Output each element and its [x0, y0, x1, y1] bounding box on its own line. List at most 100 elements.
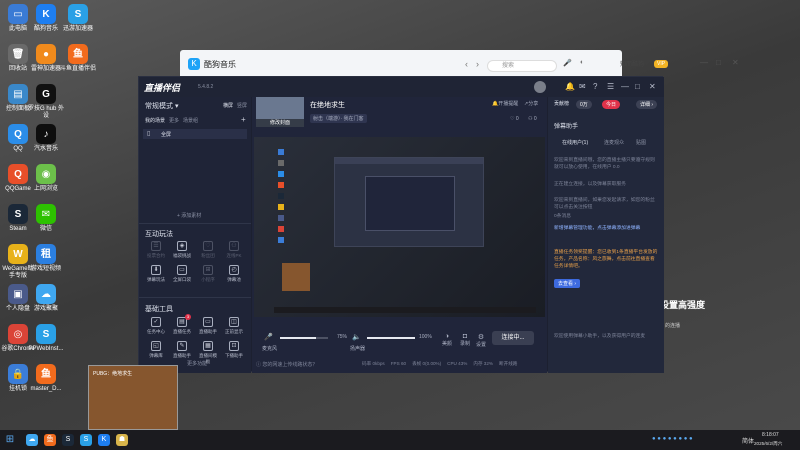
- music-maximize-button[interactable]: □: [716, 58, 721, 67]
- desktop-icon[interactable]: ♪ 汽水音乐: [28, 124, 64, 153]
- taskbar-app-icon[interactable]: K: [98, 434, 110, 446]
- music-close-button[interactable]: ✕: [732, 58, 739, 67]
- divider: [139, 297, 251, 298]
- input-method[interactable]: 简体: [742, 436, 754, 445]
- barrage-message: 直播任务领奖提醒：您已收到1条直播平台发放的任务，产品名称：风之旅舞，点击前往直…: [554, 250, 658, 269]
- tool-button[interactable]: ⬇ 弹幕玩法: [145, 265, 167, 283]
- mic-icon[interactable]: 🎤: [563, 59, 572, 67]
- desktop-icon[interactable]: K 酷狗音乐: [28, 4, 64, 33]
- tool-button[interactable]: ⊞ 小程序: [197, 265, 219, 283]
- menu-icon[interactable]: ☰: [607, 82, 614, 91]
- tool-button[interactable]: ◫ 正前显示: [223, 317, 245, 335]
- help-icon[interactable]: ?: [593, 82, 597, 91]
- desktop-app-icon: ◎: [8, 324, 28, 344]
- hot-stat: ⚇ 0: [528, 116, 537, 122]
- desktop-icon[interactable]: S PPWebInst...: [28, 324, 64, 353]
- tool-button[interactable]: ✎ 直播助手: [171, 341, 193, 359]
- start-notice[interactable]: 🔔开播提醒: [492, 100, 518, 107]
- speaker-volume-slider[interactable]: [367, 337, 415, 339]
- tab-more[interactable]: 更多: [169, 117, 179, 124]
- gear-icon: ⚙: [477, 334, 485, 341]
- avatar[interactable]: [534, 81, 546, 93]
- add-scene-button[interactable]: +: [241, 115, 246, 124]
- more-functions-link[interactable]: 更多功能: [187, 360, 207, 367]
- music-minimize-button[interactable]: —: [700, 58, 708, 67]
- tool-button[interactable]: ☰ 投票合约: [145, 241, 167, 259]
- back-icon[interactable]: ‹: [465, 59, 468, 69]
- taskbar-app-icon[interactable]: ☗: [116, 434, 128, 446]
- desktop-icon[interactable]: 鱼 master_D...: [28, 364, 64, 393]
- windows-start-icon[interactable]: ⊞: [4, 434, 16, 446]
- tab-online-users[interactable]: 在线用户(1): [562, 139, 588, 146]
- tab-scene-group[interactable]: 场景组: [183, 117, 198, 124]
- taskbar-app-icon[interactable]: S: [62, 434, 74, 446]
- clock-time[interactable]: 8:18:07: [762, 432, 779, 438]
- close-icon[interactable]: ✕: [649, 82, 656, 91]
- maximize-icon[interactable]: □: [635, 82, 640, 91]
- skin-icon[interactable]: ◐: [580, 59, 584, 66]
- add-source-button[interactable]: + 添加素材: [177, 212, 201, 219]
- desktop-icon[interactable]: 鱼斗鱼直播伴侣: [60, 44, 96, 73]
- bell-icon[interactable]: 🔔: [565, 82, 575, 91]
- clock-date[interactable]: 2025/6/2/周六: [754, 441, 782, 447]
- music-search-input[interactable]: 搜索: [487, 60, 557, 72]
- source-item[interactable]: ▯ 全屏: [143, 129, 247, 139]
- tool-button[interactable]: ♡ 粉丝团: [197, 241, 219, 259]
- tool-button[interactable]: ◴ 弹幕池: [223, 265, 245, 283]
- speaker-icon[interactable]: 🔈: [352, 333, 361, 341]
- basic-tools-title: 基础工具: [145, 306, 173, 313]
- tool-button[interactable]: ⊡ 下播助手: [223, 341, 245, 359]
- tab-portrait[interactable]: 竖屏: [237, 102, 247, 109]
- go-view-button[interactable]: 去查看 ›: [554, 279, 581, 288]
- detail-button[interactable]: 详细 ›: [636, 100, 658, 109]
- desktop-icon[interactable]: ✉ 微信: [28, 204, 64, 233]
- tab-landscape[interactable]: 横屏: [223, 102, 233, 109]
- tab-co-viewers[interactable]: 连麦观众: [604, 139, 624, 146]
- app-version: 5.4.8.2: [198, 84, 214, 90]
- background-snippet: 的连播: [665, 323, 681, 329]
- mic-volume-slider[interactable]: [280, 337, 328, 339]
- desktop-icon[interactable]: ● 雷神加速器: [28, 44, 64, 73]
- tool-button[interactable]: ▭ 全屏口袋: [171, 265, 193, 283]
- taskbar-app-icon[interactable]: 鱼: [44, 434, 56, 446]
- music-user[interactable]: 知而酷狗: [620, 59, 644, 68]
- desktop-icon[interactable]: 租游戏短视频: [28, 244, 64, 273]
- settings-button[interactable]: ⚙ 设置: [476, 333, 486, 348]
- game-thumbnail-window[interactable]: PUBG：绝地求生: [88, 365, 178, 430]
- music-window[interactable]: K 酷狗音乐 ‹ › 搜索 🎤 ◐ 知而酷狗 VIP — □ ✕: [180, 50, 739, 78]
- tab-stickers[interactable]: 贴图: [636, 139, 646, 146]
- tool-button[interactable]: ▭ 直播助手: [197, 317, 219, 335]
- live-preview[interactable]: [254, 137, 545, 317]
- desktop-icon[interactable]: S 迅游加速器: [60, 4, 96, 33]
- desktop-icon[interactable]: ◉ 上网浏览: [28, 164, 64, 193]
- share-button[interactable]: ↗分享: [524, 100, 538, 107]
- forward-icon[interactable]: ›: [476, 59, 479, 69]
- record-button[interactable]: ◘ 录制: [460, 333, 470, 347]
- beauty-icon: ◑: [444, 333, 450, 340]
- tool-button[interactable]: ⚇ 连线PK: [223, 241, 245, 259]
- hot-count: 0: [533, 116, 537, 122]
- beauty-button[interactable]: ◑ 美颜: [442, 333, 452, 347]
- stream-title[interactable]: 在绝地求生: [310, 100, 345, 110]
- message-icon[interactable]: ✉: [579, 82, 586, 91]
- tool-label: 弹幕库: [149, 353, 163, 358]
- mic-icon[interactable]: 🎤: [264, 333, 273, 341]
- taskbar-app-icon[interactable]: ☁: [26, 434, 38, 446]
- barrage-message: 欢迎来到直播间，如果您发起请求，如您的粉丝可以点击关注按钮: [554, 198, 655, 210]
- mode-select[interactable]: 常规模式 ▾: [145, 101, 178, 111]
- desktop-icon[interactable]: ☁ 游戏聚聚: [28, 284, 64, 313]
- tool-icon: ✎: [177, 341, 187, 351]
- taskbar-app-icon[interactable]: S: [80, 434, 92, 446]
- tab-contribution[interactable]: 贡献榜: [554, 100, 569, 107]
- tool-button[interactable]: ◈ 福袋挑战: [171, 241, 193, 259]
- tray-icons[interactable]: ● ● ● ● ● ● ● ●: [652, 436, 693, 442]
- tab-my-scenes[interactable]: 我的场景: [145, 117, 165, 124]
- minimize-icon[interactable]: —: [621, 82, 629, 91]
- desktop-icon[interactable]: G 罗技G hub 外设: [28, 84, 64, 120]
- tool-button[interactable]: ◱ 弹幕库: [145, 341, 167, 359]
- go-live-button[interactable]: 连接中...: [492, 331, 534, 345]
- tool-button[interactable]: ▤ 3 直播任务: [171, 314, 193, 335]
- category-tag[interactable]: 射击（端游）· 我在门客: [310, 114, 367, 123]
- cover-image[interactable]: 修改封面: [256, 97, 304, 127]
- tool-button[interactable]: ✓ 任务中心: [145, 317, 167, 335]
